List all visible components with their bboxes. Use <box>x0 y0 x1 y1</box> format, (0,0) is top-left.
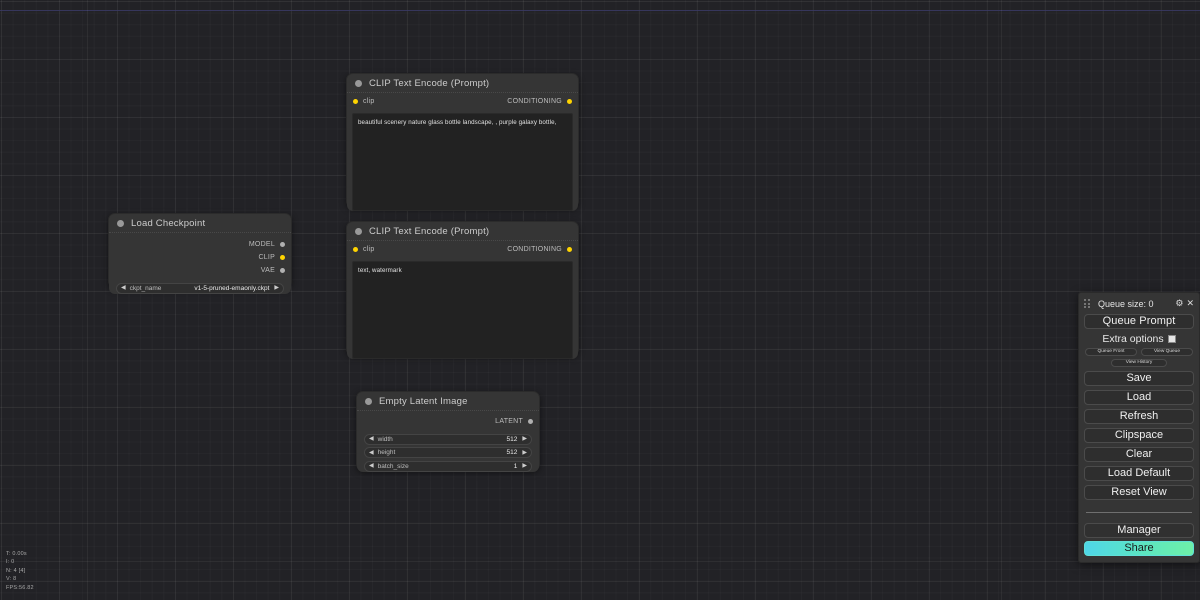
load-button[interactable]: Load <box>1084 390 1194 405</box>
prompt-text: text, watermark <box>358 267 402 274</box>
clear-button[interactable]: Clear <box>1084 447 1194 462</box>
chevron-left-icon[interactable]: ◀ <box>121 285 126 291</box>
menu-divider <box>1086 512 1192 513</box>
node-title: Load Checkpoint <box>131 217 206 229</box>
port-model-icon[interactable] <box>280 242 285 247</box>
widget-label: ckpt_name <box>129 284 162 292</box>
node-header[interactable]: CLIP Text Encode (Prompt) <box>347 74 578 93</box>
queue-front-button[interactable]: Queue Front <box>1085 348 1137 356</box>
save-button[interactable]: Save <box>1084 371 1194 386</box>
view-history-button[interactable]: View History <box>1111 359 1167 367</box>
slot-row-clip-conditioning[interactable]: clip CONDITIONING <box>347 241 578 257</box>
gear-icon[interactable]: ⚙ <box>1175 299 1183 308</box>
canvas-guide-line-top <box>0 10 1200 11</box>
extra-options-row[interactable]: Extra options <box>1084 332 1194 345</box>
widget-label: batch_size <box>377 462 409 470</box>
port-vae-icon[interactable] <box>280 268 285 273</box>
share-button[interactable]: Share <box>1084 541 1194 556</box>
canvas-guide-line-left <box>87 0 88 600</box>
output-slot-label: CONDITIONING <box>507 245 562 253</box>
port-clip-icon[interactable] <box>280 255 285 260</box>
node-load-checkpoint[interactable]: Load Checkpoint MODEL CLIP VAE ◀ ckpt_na… <box>108 213 292 294</box>
node-body: clip CONDITIONING text, watermark <box>347 241 578 359</box>
output-slot-vae[interactable]: VAE <box>109 264 291 277</box>
canvas-guide-line-right <box>1001 0 1002 600</box>
widget-value: v1-5-pruned-emaonly.ckpt <box>194 284 270 292</box>
clipspace-button[interactable]: Clipspace <box>1084 428 1194 443</box>
queue-size-label: Queue size: 0 <box>1098 298 1154 309</box>
widget-value: 512 <box>506 449 518 456</box>
chevron-right-icon[interactable]: ▶ <box>522 450 527 456</box>
prompt-textarea[interactable]: beautiful scenery nature glass bottle la… <box>352 113 573 211</box>
graph-canvas[interactable] <box>0 0 1200 600</box>
port-clip-input-icon[interactable] <box>353 98 358 104</box>
queue-prompt-button[interactable]: Queue Prompt <box>1084 314 1194 329</box>
widget-height[interactable]: ◀ height 512 ▶ <box>364 447 532 458</box>
chevron-right-icon[interactable]: ▶ <box>274 285 279 291</box>
comfy-menu-panel[interactable]: Queue size: 0 ⚙ ✕ Queue Prompt Extra opt… <box>1078 292 1200 563</box>
chevron-right-icon[interactable]: ▶ <box>522 463 527 469</box>
output-slot-model[interactable]: MODEL <box>109 238 291 251</box>
load-default-button[interactable]: Load Default <box>1084 466 1194 481</box>
canvas-guide-line-bottom <box>0 561 1200 562</box>
menu-titlebar[interactable]: Queue size: 0 ⚙ ✕ <box>1084 296 1194 311</box>
drag-handle-icon[interactable] <box>1084 299 1090 308</box>
close-icon[interactable]: ✕ <box>1186 299 1194 308</box>
collapse-dot-icon[interactable] <box>365 397 372 405</box>
refresh-button[interactable]: Refresh <box>1084 409 1194 424</box>
node-body: MODEL CLIP VAE ◀ ckpt_name v1-5-pruned-e… <box>109 233 291 294</box>
chevron-left-icon[interactable]: ◀ <box>369 463 374 469</box>
widget-batch-size[interactable]: ◀ batch_size 1 ▶ <box>364 460 532 472</box>
output-slot-label: CONDITIONING <box>507 97 562 105</box>
widget-value: 512 <box>506 435 518 443</box>
view-queue-button[interactable]: View Queue <box>1141 348 1193 356</box>
output-slot-latent[interactable]: LATENT <box>357 415 539 428</box>
widget-width[interactable]: ◀ width 512 ▶ <box>364 433 532 445</box>
input-slot-label: clip <box>363 245 375 253</box>
node-body: LATENT ◀ width 512 ▶ ◀ height 512 ▶ ◀ ba… <box>357 411 539 472</box>
node-title: CLIP Text Encode (Prompt) <box>369 225 490 237</box>
chevron-right-icon[interactable]: ▶ <box>522 436 527 442</box>
chevron-left-icon[interactable]: ◀ <box>369 450 374 456</box>
port-latent-icon[interactable] <box>528 419 533 424</box>
collapse-dot-icon[interactable] <box>355 79 362 87</box>
node-header[interactable]: Empty Latent Image <box>357 392 539 411</box>
widget-value: 1 <box>513 462 518 470</box>
node-header[interactable]: CLIP Text Encode (Prompt) <box>347 222 578 241</box>
widget-label: width <box>377 435 393 443</box>
manager-button[interactable]: Manager <box>1084 523 1194 538</box>
node-body: clip CONDITIONING beautiful scenery natu… <box>347 93 578 211</box>
chevron-left-icon[interactable]: ◀ <box>369 436 374 442</box>
port-clip-input-icon[interactable] <box>353 246 358 252</box>
output-slot-label: VAE <box>260 267 275 274</box>
port-conditioning-icon[interactable] <box>567 246 572 252</box>
collapse-dot-icon[interactable] <box>355 227 362 235</box>
output-slot-clip[interactable]: CLIP <box>109 251 291 264</box>
output-slot-label: MODEL <box>248 241 275 248</box>
output-slot-label: CLIP <box>258 254 275 261</box>
output-slot-label: LATENT <box>495 418 523 425</box>
input-slot-label: clip <box>363 97 375 105</box>
port-conditioning-icon[interactable] <box>567 98 572 104</box>
widget-ckpt-name[interactable]: ◀ ckpt_name v1-5-pruned-emaonly.ckpt ▶ <box>116 282 284 294</box>
extra-options-label: Extra options <box>1102 332 1164 345</box>
node-header[interactable]: Load Checkpoint <box>109 214 291 233</box>
collapse-dot-icon[interactable] <box>117 219 124 227</box>
queue-actions-row: Queue Front View Queue <box>1084 348 1194 356</box>
prompt-text: beautiful scenery nature glass bottle la… <box>358 119 557 126</box>
node-title: CLIP Text Encode (Prompt) <box>369 77 490 89</box>
history-actions-row: View History <box>1084 359 1194 367</box>
prompt-textarea[interactable]: text, watermark <box>352 261 573 359</box>
node-title: Empty Latent Image <box>379 395 468 407</box>
node-clip-text-encode-negative[interactable]: CLIP Text Encode (Prompt) clip CONDITION… <box>346 221 579 359</box>
node-empty-latent-image[interactable]: Empty Latent Image LATENT ◀ width 512 ▶ … <box>356 391 540 472</box>
reset-view-button[interactable]: Reset View <box>1084 485 1194 500</box>
extra-options-checkbox[interactable] <box>1167 334 1176 343</box>
slot-row-clip-conditioning[interactable]: clip CONDITIONING <box>347 93 578 109</box>
node-clip-text-encode-positive[interactable]: CLIP Text Encode (Prompt) clip CONDITION… <box>346 73 579 211</box>
widget-label: height <box>377 449 396 456</box>
